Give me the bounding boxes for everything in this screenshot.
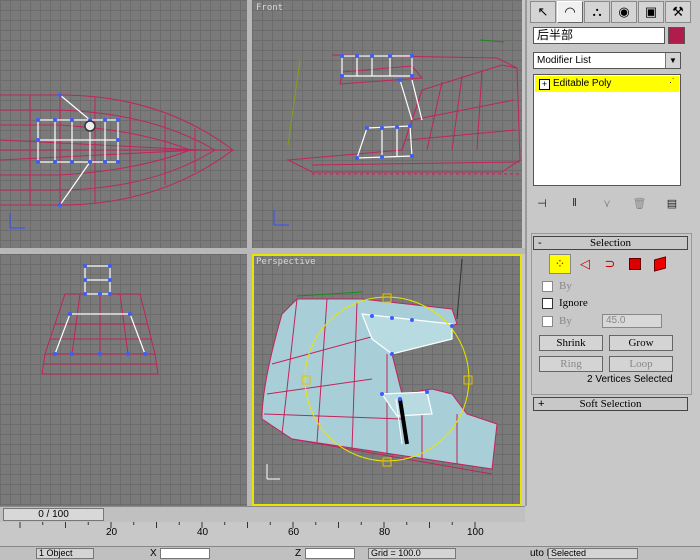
utilities-tab[interactable]: ⚒ [665,1,691,23]
viewport-label: Perspective [256,257,316,267]
create-tab[interactable]: ↖ [530,1,556,23]
expand-icon: + [538,398,545,410]
viewport-divider[interactable] [0,248,525,254]
expand-icon[interactable]: + [539,79,550,90]
display-icon: ▣ [644,4,658,19]
top-view-mesh [0,93,234,229]
show-end-result-icon[interactable]: ǁ [566,197,584,209]
edge-mode-icon[interactable]: ◁ [574,254,596,274]
modifier-list-label: Modifier List [537,55,591,66]
checkbox[interactable] [542,297,553,309]
selection-title: Selection [590,237,631,249]
z-coordinate-field[interactable] [305,548,355,559]
make-unique-icon[interactable]: ⋎ [598,197,616,210]
checkbox[interactable] [542,315,553,327]
polygon-mode-icon[interactable] [624,254,646,274]
ignore-label: Ignore [559,297,588,309]
track-bar-ticks [19,522,476,528]
hierarchy-icon: ⛬ [592,4,602,19]
selection-status: 2 Vertices Selected [587,374,673,385]
tick-label: 40 [197,527,209,538]
command-panel-tabs: ↖ ◠ ⛬ ◉ ▣ ⚒ [530,1,692,23]
display-tab[interactable]: ▣ [638,1,664,23]
ring-button[interactable]: Ring [539,356,603,372]
command-panel: ↖ ◠ ⛬ ◉ ▣ ⚒ 后半部 Modifier List ▼ + Editab… [525,0,700,506]
stack-toolbar: ⊣ ǁ ⋎ 🗑 ▤ [533,192,681,214]
left-view-mesh [41,264,159,375]
angle-spinner[interactable]: 45.0 [602,314,662,328]
status-bar: 1 Object X Z Grid = 100.0 uto Ke Selecte… [0,546,700,560]
remove-modifier-icon[interactable]: 🗑 [631,197,649,210]
grid-size: Grid = 100.0 [368,548,456,559]
top-viewport[interactable] [0,0,247,248]
selection-rollout-header[interactable]: - Selection [533,236,688,250]
modify-tab[interactable]: ◠ [557,1,583,23]
tick-label: 100 [467,527,484,538]
time-slider[interactable]: 0 / 100 [3,508,104,521]
perspective-viewport[interactable]: Perspective [252,254,522,506]
by-vertex-option[interactable]: By [542,280,572,292]
modify-icon: ◠ [564,4,576,19]
modifier-stack: + Editable Poly ·˙ [533,74,681,186]
tick-label: 80 [379,527,391,538]
stack-item-editable-poly[interactable]: + Editable Poly ·˙ [535,76,679,92]
utilities-icon: ⚒ [672,4,684,19]
shrink-button[interactable]: Shrink [539,335,603,351]
viewport-label: Front [256,3,284,13]
soft-selection-rollout-header[interactable]: + Soft Selection [533,397,688,411]
vertex-mode-icon[interactable]: ⁘ [549,254,571,274]
modifier-list-dropdown[interactable]: Modifier List ▼ [533,52,681,69]
x-label: X [150,548,157,559]
stack-item-label: Editable Poly [553,78,612,89]
key-filter-dropdown[interactable]: Selected [548,548,638,559]
tick-label: 20 [106,527,118,538]
x-coordinate-field[interactable] [160,548,210,559]
track-bar[interactable]: 20 40 60 80 100 [0,522,525,546]
ignore-backfacing-option[interactable]: Ignore [542,297,588,309]
front-viewport[interactable]: Front [252,0,522,248]
create-icon: ↖ [537,4,549,19]
left-viewport[interactable] [0,254,247,506]
tick-label: 60 [288,527,300,538]
pin-stack-icon[interactable]: ⊣ [533,197,551,210]
by-vertex-label: By [559,280,572,292]
by-angle-option[interactable]: By [542,315,572,327]
perspective-mesh [261,258,498,480]
configure-sets-icon[interactable]: ▤ [663,197,681,210]
border-mode-icon[interactable]: ⊃ [599,254,621,274]
chevron-down-icon: ▼ [665,53,680,68]
checkbox[interactable] [542,280,553,292]
dots-icon: ·˙ [669,77,675,87]
motion-tab[interactable]: ◉ [611,1,637,23]
motion-icon: ◉ [618,4,630,19]
object-name-field[interactable]: 后半部 [533,27,665,44]
collapse-icon: - [538,237,542,249]
subobject-level-buttons: ⁘ ◁ ⊃ [549,254,674,274]
front-view-mesh [273,39,521,226]
object-color-swatch[interactable] [668,27,685,44]
grow-button[interactable]: Grow [609,335,673,351]
hierarchy-tab[interactable]: ⛬ [584,1,610,23]
by-angle-label: By [559,315,572,327]
z-label: Z [295,548,302,559]
element-mode-icon[interactable] [649,254,671,274]
time-slider-track[interactable]: 0 / 100 [0,506,525,523]
selection-count: 1 Object [36,548,94,559]
soft-selection-title: Soft Selection [579,398,642,410]
loop-button[interactable]: Loop [609,356,673,372]
